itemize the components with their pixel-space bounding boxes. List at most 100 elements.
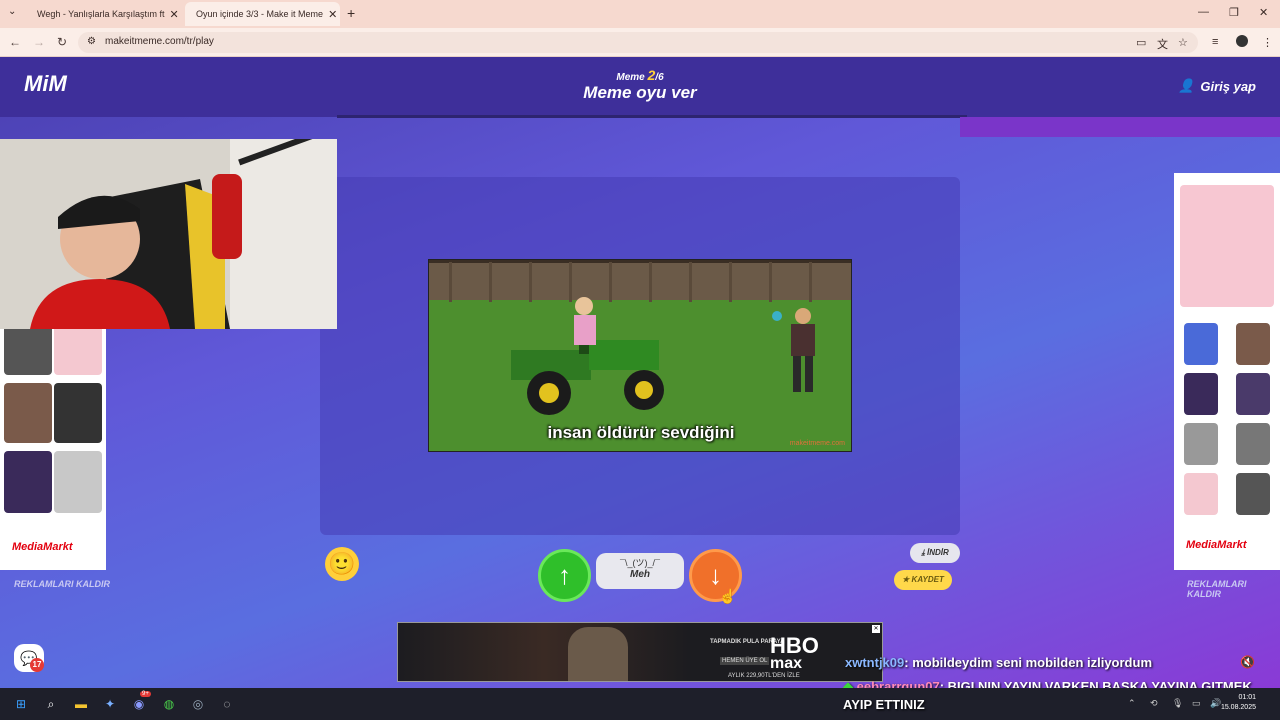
header-accent: [960, 117, 1280, 137]
obs-icon[interactable]: ◌: [218, 695, 236, 713]
reading-list-icon[interactable]: ≡: [1212, 36, 1218, 48]
meme-image: insan öldürür sevdiğini makeitmeme.com: [428, 259, 852, 452]
mouse-cursor-icon: ☝: [719, 588, 737, 604]
restore-icon[interactable]: ❐: [1229, 6, 1239, 19]
system-clock[interactable]: 01:01 15.08.2025: [1221, 693, 1256, 713]
file-explorer-icon[interactable]: ▬: [72, 695, 90, 713]
ad-product-image: [1236, 373, 1270, 415]
tab-makeitmeme[interactable]: Oyun içinde 3/3 - Make it Meme ✕: [185, 2, 340, 26]
ad-product-image: [1180, 185, 1274, 307]
upvote-button[interactable]: ↑: [538, 549, 591, 602]
chat-text: AYIP ETTINIZ: [843, 697, 925, 712]
close-tab-icon[interactable]: ✕: [170, 8, 179, 21]
discord-icon[interactable]: ◉: [130, 695, 148, 713]
reload-icon[interactable]: ↻: [57, 35, 67, 49]
shrug-face: ¯\_(ツ)_/¯: [620, 558, 660, 568]
arrow-down-icon: ↓: [709, 560, 722, 590]
user-icon: 👤: [1178, 78, 1195, 93]
tab-title: Oyun içinde 3/3 - Make it Meme: [196, 9, 324, 19]
round-total: /6: [655, 72, 664, 83]
right-side-ad[interactable]: MediaMarkt: [1174, 173, 1280, 570]
save-label: KAYDET: [911, 575, 944, 584]
mute-icon: 🔇: [1240, 655, 1255, 669]
close-window-icon[interactable]: ✕: [1259, 6, 1268, 19]
url-text: makeitmeme.com/tr/play: [105, 36, 214, 47]
streamer-webcam: [0, 139, 337, 329]
download-button[interactable]: ⤓ İNDİR: [910, 543, 960, 563]
steam-icon[interactable]: ◎: [189, 695, 207, 713]
round-label: Meme: [616, 72, 645, 83]
mediamarkt-logo: MediaMarkt: [12, 541, 73, 553]
meh-button[interactable]: ¯\_(ツ)_/¯ Meh: [596, 553, 684, 589]
ad-price: AYLIK 229,90TL'DEN İZLE: [728, 673, 800, 679]
search-icon[interactable]: ⌕: [42, 695, 60, 713]
remove-ads-link-left[interactable]: REKLAMLARI KALDIR: [14, 579, 110, 589]
arrow-up-icon: ↑: [558, 560, 571, 590]
back-icon[interactable]: ←: [9, 35, 21, 49]
clock-time: 01:01: [1238, 694, 1256, 701]
address-bar[interactable]: ⚙ makeitmeme.com/tr/play: [78, 32, 1198, 53]
tray-network-icon[interactable]: ▭: [1192, 698, 1201, 709]
ad-product-image: [1236, 473, 1270, 515]
tray-sync-icon[interactable]: ⟲: [1150, 698, 1158, 709]
tray-volume-icon[interactable]: 🔊: [1210, 698, 1221, 709]
ad-product-image: [54, 451, 102, 513]
ad-close-icon[interactable]: ✕: [872, 625, 880, 633]
ad-product-image: [1236, 323, 1270, 365]
chat-notification-badge: 17: [30, 658, 44, 672]
tab-youtube[interactable]: Wegh - Yanlışlarla Karşılaştım ft ✕: [26, 2, 180, 26]
ad-cta[interactable]: HEMEN ÜYE OL: [720, 657, 770, 665]
browser-toolbar: ← → ↻ ⚙ makeitmeme.com/tr/play ▭ 文 ☆ ≡ ⋮: [0, 28, 1280, 57]
close-tab-icon[interactable]: ✕: [328, 8, 337, 21]
page-title: Meme oyu ver: [583, 83, 697, 102]
header-divider: [337, 115, 967, 118]
remove-ads-link-right[interactable]: REKLAMLARI KALDIR: [1187, 579, 1280, 599]
profile-avatar[interactable]: [1236, 35, 1248, 47]
ad-product-image: [1184, 423, 1218, 465]
translate-icon[interactable]: 文: [1157, 36, 1168, 52]
stream-chat-message: AYIP ETTINIZ: [843, 697, 925, 712]
windows-taskbar: ⊞ ⌕ ▬ ✦ ◉ 9+ ◍ ◎ ◌ AYIP ETTINIZ ⌃ ⟲ 🎙 ▭ …: [0, 688, 1280, 720]
save-button[interactable]: ★ KAYDET: [894, 570, 952, 590]
login-button[interactable]: 👤 Giriş yap: [1178, 78, 1256, 94]
cast-icon[interactable]: ▭: [1136, 36, 1146, 49]
mediamarkt-logo: MediaMarkt: [1186, 539, 1247, 551]
meme-watermark: makeitmeme.com: [789, 440, 845, 447]
ad-product-image: [1184, 373, 1218, 415]
chrome-icon[interactable]: ◍: [160, 695, 178, 713]
minimize-icon[interactable]: —: [1198, 6, 1209, 18]
ad-product-image: [4, 383, 52, 443]
download-label: İNDİR: [926, 548, 949, 557]
meh-label: Meh: [630, 569, 650, 580]
ad-product-image: [54, 383, 102, 443]
ad-actor-image: [568, 627, 628, 681]
app-icon[interactable]: ✦: [101, 695, 119, 713]
game-page: MiM Meme 2/6 Meme oyu ver 👤 Giriş yap in…: [0, 57, 1280, 688]
bottom-banner-ad[interactable]: TAPMADIK PULA PARAYA HEMEN ÜYE OL AYLIK …: [397, 622, 883, 682]
webcam-illustration: [0, 139, 337, 329]
forward-icon[interactable]: →: [33, 35, 45, 49]
new-tab-button[interactable]: +: [347, 5, 355, 21]
tab-title: Wegh - Yanlışlarla Karşılaştım ft: [37, 9, 165, 19]
hbo-max-logo: HBO max: [770, 633, 819, 673]
site-info-icon[interactable]: ⚙: [87, 36, 96, 47]
meme-caption: insan öldürür sevdiğini: [547, 423, 735, 442]
ad-product-image: [1184, 323, 1218, 365]
clock-date: 15.08.2025: [1220, 704, 1256, 711]
ad-product-image: [1184, 473, 1218, 515]
browser-tab-strip: ⌄ Wegh - Yanlışlarla Karşılaştım ft ✕ Oy…: [0, 0, 1280, 28]
round-counter: Meme 2/6: [0, 67, 1280, 83]
chat-text: : mobildeydim seni mobilden izliyordum: [904, 655, 1152, 670]
windows-start-icon[interactable]: ⊞: [12, 695, 30, 713]
chat-username: xwtntjk09: [845, 655, 905, 670]
tray-chevron-icon[interactable]: ⌃: [1128, 698, 1136, 709]
bookmark-star-icon[interactable]: ☆: [1178, 36, 1188, 49]
emoji-reaction-button[interactable]: 🙂: [325, 547, 359, 581]
ad-product-image: [1236, 423, 1270, 465]
tray-mic-icon[interactable]: 🎙: [1172, 698, 1183, 709]
login-label: Giriş yap: [1200, 78, 1256, 94]
ad-product-image: [4, 451, 52, 513]
tab-search-icon[interactable]: ⌄: [8, 6, 16, 17]
discord-badge: 9+: [140, 691, 151, 697]
menu-kebab-icon[interactable]: ⋮: [1262, 36, 1273, 49]
